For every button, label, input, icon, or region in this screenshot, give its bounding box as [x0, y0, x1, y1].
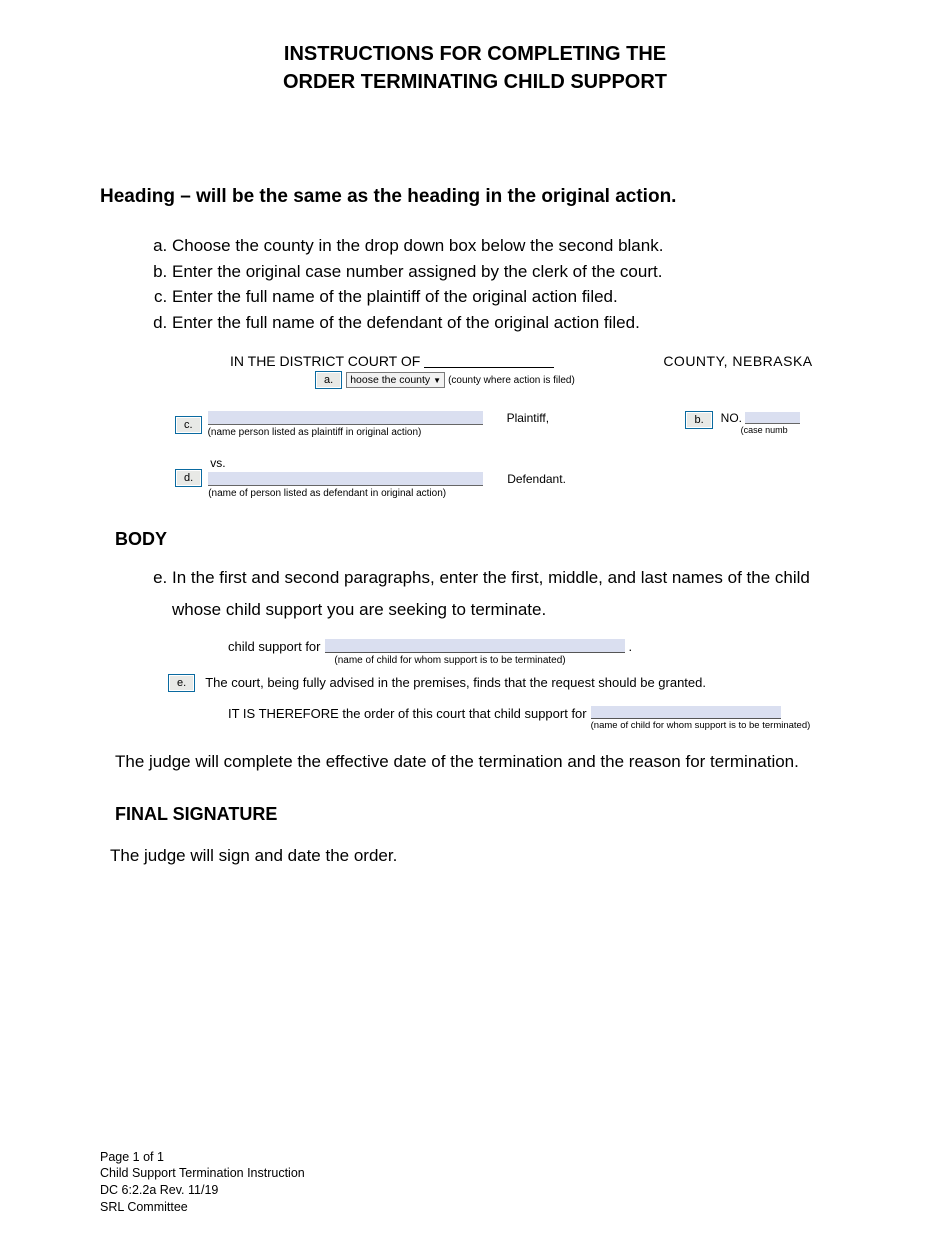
child-name-caption-1: (name of child for whom support is to be… — [300, 655, 600, 666]
footer-doc-rev: DC 6:2.2a Rev. 11/19 — [100, 1182, 850, 1199]
body-section-title: BODY — [115, 529, 850, 550]
heading-section-title: Heading – will be the same as the headin… — [100, 186, 850, 208]
county-dropdown[interactable]: hoose the county ▼ — [346, 372, 445, 388]
footer-doc-name: Child Support Termination Instruction — [100, 1165, 850, 1182]
form-body-sample: child support for . (name of child for w… — [178, 639, 850, 731]
county-suffix: COUNTY, NEBRASKA — [663, 353, 812, 369]
defendant-name-field[interactable] — [208, 472, 483, 486]
child-name-field-2[interactable] — [591, 706, 781, 719]
court-advised-text: The court, being fully advised in the pr… — [205, 675, 706, 690]
heading-item-d: Enter the full name of the defendant of … — [172, 310, 850, 336]
callout-a: a. — [315, 371, 342, 389]
document-title: INSTRUCTIONS FOR COMPLETING THE ORDER TE… — [100, 40, 850, 96]
plaintiff-caption: (name person listed as plaintiff in orig… — [208, 427, 483, 438]
county-caption: (county where action is filed) — [448, 375, 575, 386]
dropdown-label: hoose the county — [350, 374, 430, 386]
order-prefix: IT IS THEREFORE the order of this court … — [228, 706, 587, 721]
body-instruction-list: In the first and second paragraphs, ente… — [172, 562, 850, 627]
child-name-caption-2: (name of child for whom support is to be… — [591, 720, 811, 731]
judge-note: The judge will complete the effective da… — [115, 749, 850, 775]
heading-item-c: Enter the full name of the plaintiff of … — [172, 284, 850, 310]
callout-c: c. — [175, 416, 202, 434]
plaintiff-role: Plaintiff, — [507, 411, 549, 425]
footer-page: Page 1 of 1 — [100, 1149, 850, 1166]
callout-d: d. — [175, 469, 202, 487]
heading-item-b: Enter the original case number assigned … — [172, 259, 850, 285]
county-blank — [424, 354, 554, 368]
final-signature-text: The judge will sign and date the order. — [110, 843, 850, 869]
plaintiff-name-field[interactable] — [208, 411, 483, 425]
defendant-role: Defendant. — [507, 472, 566, 486]
callout-e: e. — [168, 674, 195, 692]
court-prefix: IN THE DISTRICT COURT OF — [230, 353, 420, 369]
footer-committee: SRL Committee — [100, 1199, 850, 1216]
case-no-label: NO. — [721, 411, 742, 425]
child-name-field-1[interactable] — [325, 639, 625, 653]
heading-item-a: Choose the county in the drop down box b… — [172, 233, 850, 259]
heading-instruction-list: Choose the county in the drop down box b… — [172, 233, 850, 335]
final-signature-title: FINAL SIGNATURE — [115, 804, 850, 825]
title-line-1: INSTRUCTIONS FOR COMPLETING THE — [100, 40, 850, 68]
defendant-caption: (name of person listed as defendant in o… — [208, 488, 483, 499]
page-footer: Page 1 of 1 Child Support Termination In… — [100, 1149, 850, 1217]
case-number-field[interactable] — [745, 412, 800, 424]
title-line-2: ORDER TERMINATING CHILD SUPPORT — [100, 68, 850, 96]
body-item-e: In the first and second paragraphs, ente… — [172, 562, 850, 627]
case-no-caption: (case numb — [741, 425, 800, 435]
child-support-prefix: child support for — [228, 639, 321, 654]
vs-label: vs. — [210, 456, 566, 470]
chevron-down-icon: ▼ — [433, 376, 441, 385]
form-header-sample: IN THE DISTRICT COURT OF COUNTY, NEBRASK… — [175, 353, 850, 499]
callout-b: b. — [685, 411, 712, 429]
